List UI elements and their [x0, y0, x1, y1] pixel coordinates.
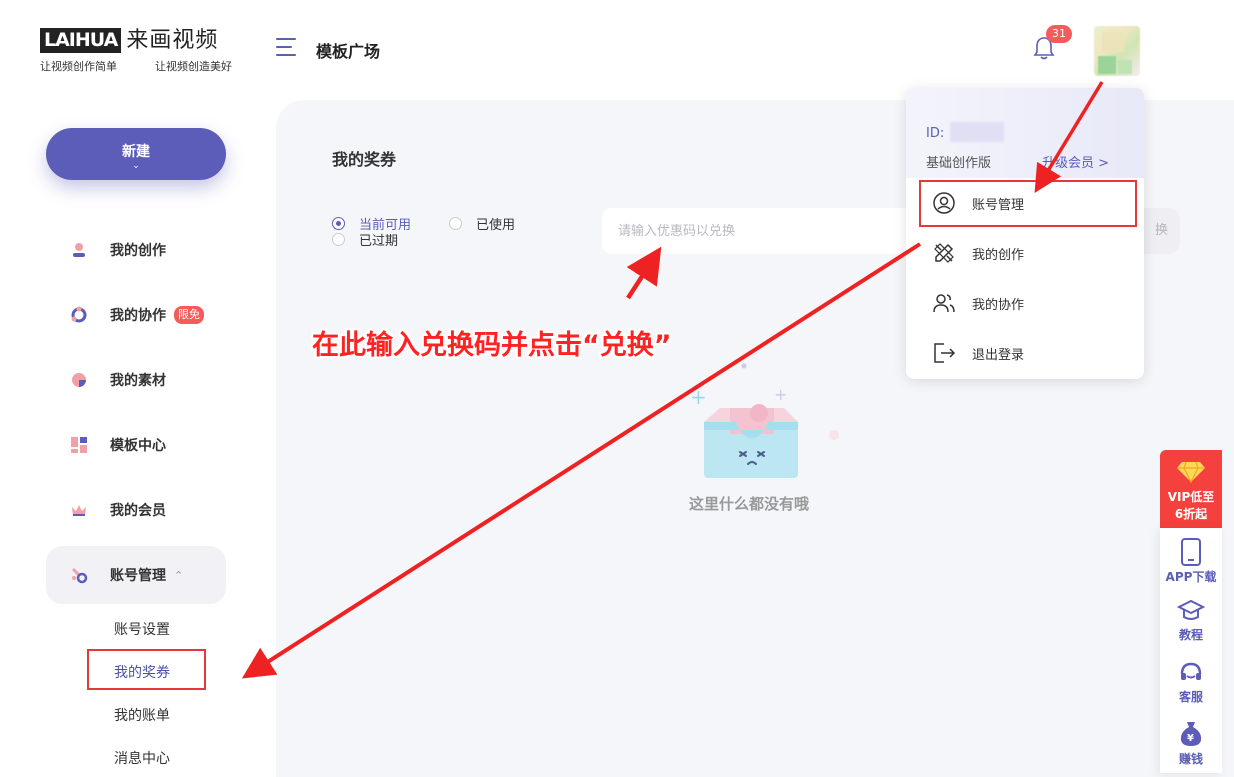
sidebar-item-label: 我的素材 — [110, 373, 166, 389]
sidebar-subitem-message-center[interactable]: 消息中心 — [114, 748, 170, 768]
logo-wordmark-cn: 来画视频 — [126, 27, 219, 53]
user-id-label: ID: — [926, 126, 945, 141]
logo-slogan-right: 让视频创造美好 — [155, 60, 232, 73]
highlight-box-account-management — [919, 180, 1137, 227]
sidebar-item-label: 我的创作 — [110, 243, 166, 259]
brand-logo[interactable]: LAIHUA 来画视频 让视频创作简单 让视频创造美好 — [40, 27, 232, 73]
user-id-redacted — [950, 122, 1004, 142]
account-dropdown: ID: 基础创作版 升级会员 > 账号管理 我的创作 我的协作 退出登录 — [906, 88, 1144, 379]
dropdown-header: ID: 基础创作版 升级会员 > — [906, 88, 1144, 178]
pencil-ruler-icon — [934, 243, 954, 263]
free-badge: 限免 — [174, 306, 204, 324]
empty-box-illustration: + + — [690, 363, 839, 478]
sidebar-subitem-account-settings[interactable]: 账号设置 — [114, 619, 170, 639]
vip-line2: 6折起 — [1174, 507, 1208, 521]
chevron-up-icon: ⌃ — [174, 568, 184, 582]
sidebar-item-my-creation[interactable]: 我的创作 — [46, 228, 226, 272]
sidebar-item-label: 账号管理 — [110, 568, 166, 584]
chevron-down-icon: ⌄ — [132, 161, 140, 171]
sidebar-item-my-collab[interactable]: 我的协作 限免 — [46, 293, 226, 337]
svg-text:¥: ¥ — [1187, 733, 1194, 744]
dropdown-item-logout[interactable]: 退出登录 — [906, 330, 1144, 376]
vip-promo-button[interactable]: VIP低至 6折起 — [1160, 450, 1222, 528]
sidebar-item-my-membership[interactable]: 我的会员 — [46, 488, 226, 532]
logout-icon — [934, 343, 956, 363]
dropdown-item-label: 我的协作 — [972, 297, 1025, 313]
diamond-icon — [1177, 461, 1205, 484]
logo-wordmark-en: LAIHUA — [40, 27, 122, 53]
logo-slogan-left: 让视频创作简单 — [40, 60, 117, 73]
graduation-cap-icon — [1177, 599, 1205, 620]
sidebar-item-account-management[interactable]: 账号管理 ⌃ — [46, 546, 226, 604]
sidebar-subitem-my-bills[interactable]: 我的账单 — [114, 705, 170, 725]
sidebar-item-label: 我的协作 — [110, 308, 166, 324]
dropdown-item-label: 退出登录 — [972, 347, 1025, 363]
sidebar-item-label: 模板中心 — [110, 438, 166, 454]
floating-toolbar: APP下载 教程 客服 ¥ 赚钱 — [1160, 528, 1222, 773]
dropdown-item-my-creation[interactable]: 我的创作 — [906, 230, 1144, 276]
membership-version: 基础创作版 — [926, 156, 992, 171]
new-button[interactable]: 新建 ⌄ — [46, 128, 226, 180]
hamburger-menu-icon[interactable] — [276, 38, 296, 58]
collab-icon — [71, 306, 87, 323]
money-bag-icon: ¥ — [1180, 722, 1202, 746]
filter-label: 已过期 — [359, 234, 399, 249]
dropdown-item-label: 我的创作 — [972, 247, 1025, 263]
instruction-annotation: 在此输入兑换码并点击“兑换” — [312, 330, 672, 361]
users-icon — [933, 294, 955, 313]
empty-state-text: 这里什么都没有哦 — [689, 495, 810, 513]
notification-badge: 31 — [1046, 25, 1072, 43]
float-item-label: 赚钱 — [1178, 752, 1203, 766]
customer-service-button[interactable]: 客服 — [1160, 660, 1222, 705]
filter-label: 已使用 — [476, 218, 516, 233]
float-item-label: 客服 — [1178, 690, 1203, 704]
page-title[interactable]: 模板广场 — [316, 38, 380, 62]
filter-expired-radio[interactable]: 已过期 — [332, 230, 398, 249]
float-item-label: APP下载 — [1165, 570, 1217, 584]
sidebar-item-label: 我的会员 — [110, 503, 166, 519]
highlight-box-coupons — [87, 649, 206, 690]
section-title: 我的奖券 — [332, 150, 397, 169]
sidebar-item-my-assets[interactable]: 我的素材 — [46, 358, 226, 402]
vip-line1: VIP低至 — [1167, 490, 1215, 504]
creation-icon — [73, 243, 85, 257]
coupon-code-input[interactable] — [602, 208, 932, 254]
template-icon — [71, 437, 87, 453]
float-item-label: 教程 — [1178, 628, 1203, 642]
app-download-button[interactable]: APP下载 — [1160, 538, 1222, 585]
dropdown-item-my-collab[interactable]: 我的协作 — [906, 280, 1144, 326]
crown-icon — [72, 505, 86, 516]
user-avatar[interactable] — [1094, 26, 1140, 76]
headset-icon — [1180, 662, 1202, 680]
assets-icon — [72, 373, 86, 387]
new-button-label: 新建 — [122, 144, 150, 160]
account-icon — [71, 567, 88, 584]
upgrade-link[interactable]: 升级会员 > — [1042, 152, 1109, 171]
svg-text:+: + — [690, 385, 707, 409]
earn-money-button[interactable]: ¥ 赚钱 — [1160, 720, 1222, 767]
sidebar-item-template-center[interactable]: 模板中心 — [46, 423, 226, 467]
svg-text:+: + — [774, 385, 787, 404]
tutorial-button[interactable]: 教程 — [1160, 598, 1222, 643]
phone-icon — [1181, 538, 1201, 566]
filter-used-radio[interactable]: 已使用 — [449, 214, 515, 233]
